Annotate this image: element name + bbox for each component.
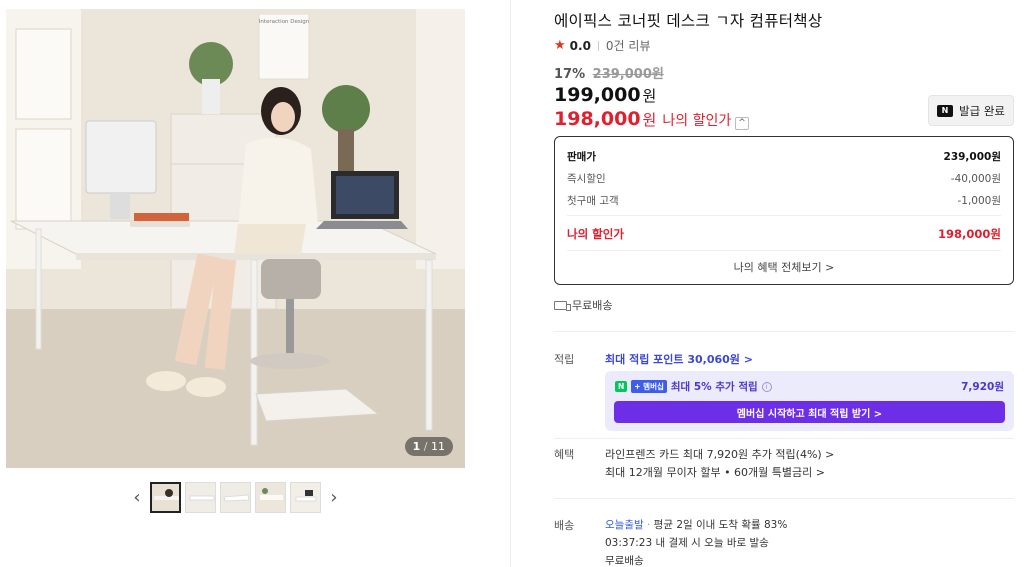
chevron-up-icon[interactable]: ^ <box>735 117 749 130</box>
info-icon[interactable]: i <box>761 381 772 392</box>
delivery-type: 오늘출발 <box>605 519 644 531</box>
section-divider <box>554 438 1014 439</box>
price-row-value: 239,000원 <box>943 151 1001 163</box>
membership-amount: 7,920원 <box>961 381 1004 393</box>
next-image-button[interactable]: › <box>325 482 343 512</box>
membership-box: N + 멤버십 최대 5% 추가 적립 i 7,920원 멤버십 시작하고 최대… <box>605 371 1014 431</box>
price-box-divider <box>567 250 1001 251</box>
column-divider <box>510 0 511 567</box>
my-price-unit: 원 <box>642 111 657 129</box>
benefit-installment[interactable]: 최대 12개월 무이자 할부 • 60개월 특별금리 > <box>605 464 825 480</box>
main-product-image[interactable]: Interaction Design 1 / 11 <box>6 9 465 468</box>
free-shipping-row: 무료배송 <box>554 297 612 313</box>
membership-info: N + 멤버십 최대 5% 추가 적립 i <box>615 379 772 394</box>
price-row-value: -1,000원 <box>957 195 1001 207</box>
image-counter-separator: / <box>423 440 428 453</box>
membership-text: 최대 5% 추가 적립 <box>670 381 758 393</box>
price-row-my-discount: 나의 할인가 198,000원 <box>567 226 1001 242</box>
coupon-issued-button[interactable]: N 발급 완료 <box>928 95 1014 126</box>
view-all-benefits-link[interactable]: 나의 혜택 전체보기 > <box>555 259 1013 275</box>
sale-price-unit: 원 <box>642 87 657 105</box>
delivery-eta-line: 오늘출발 · 평균 2일 이내 도착 확률 83% <box>605 517 787 532</box>
image-counter-total: 11 <box>431 440 445 453</box>
thumbnail-4[interactable] <box>255 481 286 513</box>
rating-score: 0.0 <box>569 38 591 53</box>
review-count[interactable]: 0건 리뷰 <box>606 37 651 54</box>
price-row-label: 즉시할인 <box>567 173 606 185</box>
coupon-label: 발급 완료 <box>959 103 1005 118</box>
price-box-divider <box>567 215 1001 216</box>
thumbnail-1[interactable] <box>150 481 181 513</box>
thumbnail-3[interactable] <box>220 481 251 513</box>
delivery-countdown: 03:37:23 <box>605 537 653 549</box>
poster-text: Interaction Design <box>259 19 310 25</box>
naver-n-badge: N <box>615 381 628 392</box>
star-icon: ★ <box>554 38 566 53</box>
delivery-section-label: 배송 <box>554 519 575 532</box>
delivery-dot: · <box>646 519 651 531</box>
membership-badge: + 멤버십 <box>631 380 667 393</box>
benefits-section-label: 혜택 <box>554 448 575 461</box>
image-counter: 1 / 11 <box>404 437 453 456</box>
price-total-label: 나의 할인가 <box>567 227 624 241</box>
image-counter-current: 1 <box>412 440 421 453</box>
delivery-countdown-line: 03:37:23 내 결제 시 오늘 바로 발송 <box>605 535 769 550</box>
desk-photo: Interaction Design <box>6 9 465 468</box>
discount-rate: 17% <box>554 67 586 82</box>
price-row-label: 판매가 <box>567 151 596 163</box>
benefit-card-points[interactable]: 라인프렌즈 카드 최대 7,920원 추가 적립(4%) > <box>605 446 834 462</box>
price-row-label: 첫구매 고객 <box>567 195 619 207</box>
price-breakdown-box: 판매가 239,000원 즉시할인 -40,000원 첫구매 고객 -1,000… <box>554 136 1014 285</box>
my-price-label: 나의 할인가 <box>662 113 732 129</box>
sale-price-amount: 199,000 <box>554 84 641 106</box>
points-section-label: 적립 <box>554 353 575 366</box>
free-shipping-label: 무료배송 <box>572 299 613 312</box>
price-row-value: -40,000원 <box>950 173 1001 185</box>
price-row-first-purchase: 첫구매 고객 -1,000원 <box>567 193 1001 208</box>
price-row-instant-discount: 즉시할인 -40,000원 <box>567 171 1001 186</box>
original-price: 239,000원 <box>592 67 664 82</box>
membership-row: N + 멤버십 최대 5% 추가 적립 i 7,920원 <box>615 379 1004 394</box>
max-points-link[interactable]: 최대 적립 포인트 30,060원 > <box>605 351 753 367</box>
product-title: 에이픽스 코너핏 데스크 ㄱ자 컴퓨터책상 <box>554 12 823 30</box>
sale-price: 199,000 원 <box>554 84 656 106</box>
product-gallery: Interaction Design 1 / 11 ‹ › <box>0 0 510 567</box>
naver-n-icon: N <box>937 104 953 117</box>
discount-row: 17% 239,000원 <box>554 63 664 82</box>
start-membership-button[interactable]: 멤버십 시작하고 최대 적립 받기 > <box>614 401 1005 423</box>
delivery-free-line: 무료배송 <box>605 555 644 567</box>
delivery-countdown-text: 내 결제 시 오늘 바로 발송 <box>655 537 769 549</box>
price-total-value: 198,000원 <box>938 227 1001 241</box>
truck-icon <box>554 300 571 311</box>
section-divider <box>554 331 1014 332</box>
my-price-amount: 198,000 <box>554 108 641 130</box>
thumbnail-5[interactable] <box>290 481 321 513</box>
rating-row[interactable]: ★ 0.0 0건 리뷰 <box>554 37 651 54</box>
thumbnail-strip: ‹ › <box>128 481 343 513</box>
price-row-sale: 판매가 239,000원 <box>567 149 1001 164</box>
delivery-eta: 평균 2일 이내 도착 확률 83% <box>653 519 788 531</box>
section-divider <box>554 498 1014 499</box>
rating-separator <box>597 40 599 51</box>
prev-image-button[interactable]: ‹ <box>128 482 146 512</box>
thumbnail-2[interactable] <box>185 481 216 513</box>
my-discount-price: 198,000 원 나의 할인가 ^ <box>554 108 749 130</box>
